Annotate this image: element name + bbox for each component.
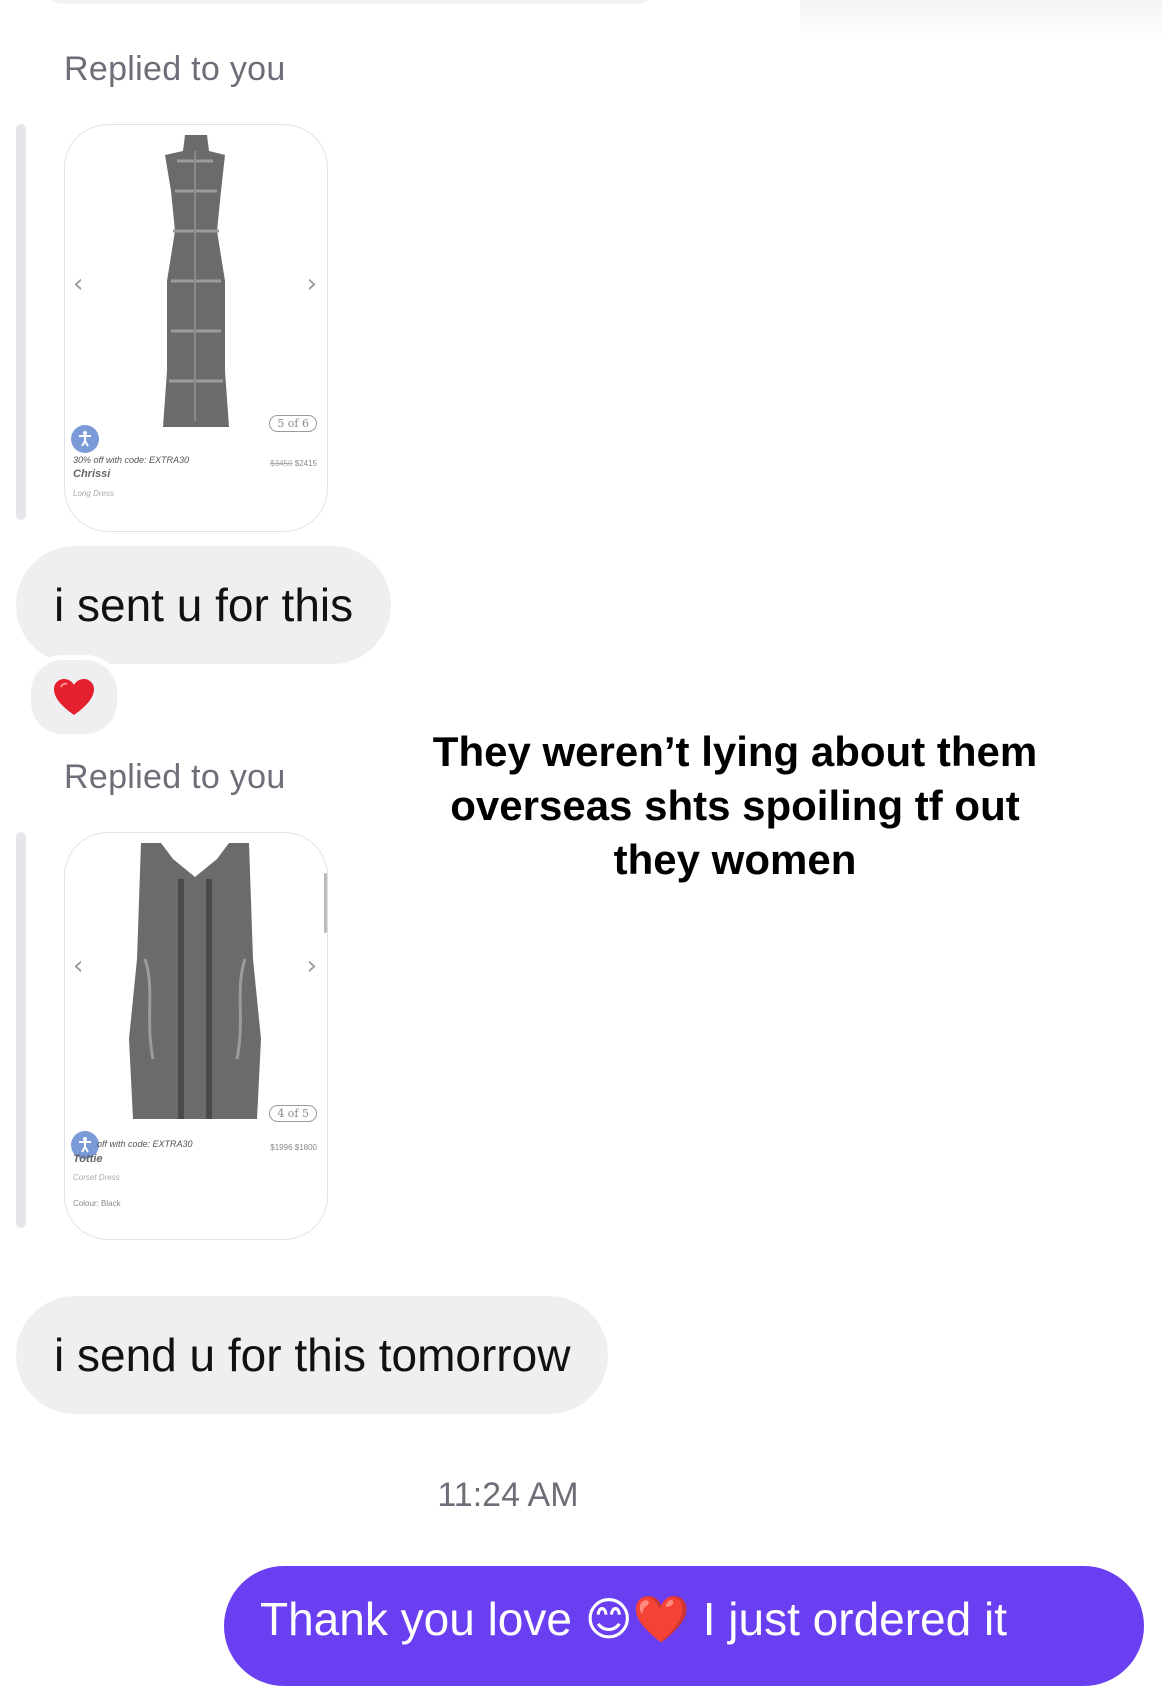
carousel-prev-icon[interactable]: ‹ bbox=[73, 953, 83, 979]
old-price: $3450 bbox=[270, 459, 293, 468]
reaction-badge[interactable] bbox=[26, 655, 122, 739]
dress-image bbox=[129, 843, 261, 1119]
overlay-caption: They weren’t lying about them overseas s… bbox=[432, 728, 1038, 883]
new-price: $2415 bbox=[294, 459, 317, 468]
product-type: Corset Dress bbox=[73, 1173, 120, 1182]
product-type: Long Dress bbox=[73, 489, 114, 498]
old-price: $1996 bbox=[270, 1143, 293, 1152]
received-message-bubble[interactable]: i send u for this tomorrow bbox=[16, 1296, 609, 1414]
previous-message-edge bbox=[40, 0, 660, 4]
image-counter: 5 of 6 bbox=[269, 415, 317, 432]
new-price: $1800 bbox=[294, 1143, 317, 1152]
replied-to-you-label: Replied to you bbox=[64, 758, 286, 796]
card-scrollbar[interactable] bbox=[324, 873, 327, 933]
product-name: Chrissi bbox=[73, 468, 111, 480]
product-name: Tottie bbox=[73, 1153, 103, 1165]
replied-product-card[interactable]: ‹ › 4 of 5 off with code: EXTRA30 $1996 … bbox=[64, 832, 328, 1240]
reply-indicator-bar bbox=[16, 124, 26, 520]
reply-indicator-bar bbox=[16, 832, 26, 1228]
replied-to-you-label: Replied to you bbox=[64, 50, 286, 88]
sent-message-bubble[interactable]: Thank you love 😊❤️ I just ordered it bbox=[224, 1566, 1144, 1686]
carousel-prev-icon[interactable]: ‹ bbox=[73, 271, 83, 297]
image-counter: 4 of 5 bbox=[269, 1105, 317, 1122]
received-message-bubble[interactable]: i sent u for this bbox=[16, 546, 392, 664]
accessibility-icon[interactable] bbox=[71, 425, 99, 453]
timestamp: 11:24 AM bbox=[437, 1476, 579, 1514]
top-fade bbox=[800, 0, 1162, 40]
price: $1996 $1800 bbox=[270, 1143, 317, 1152]
carousel-next-icon[interactable]: › bbox=[307, 953, 317, 979]
product-colour: Colour: Black bbox=[73, 1199, 121, 1208]
price: $3450 $2415 bbox=[270, 459, 317, 468]
promo-text: 30% off with code: EXTRA30 bbox=[73, 455, 190, 465]
heart-icon bbox=[54, 679, 94, 715]
replied-product-card[interactable]: ‹ › 5 of 6 30% off with code: EXTRA30 $3… bbox=[64, 124, 328, 532]
carousel-next-icon[interactable]: › bbox=[307, 271, 317, 297]
dress-image bbox=[163, 135, 229, 427]
promo-text: off with code: EXTRA30 bbox=[97, 1139, 193, 1149]
